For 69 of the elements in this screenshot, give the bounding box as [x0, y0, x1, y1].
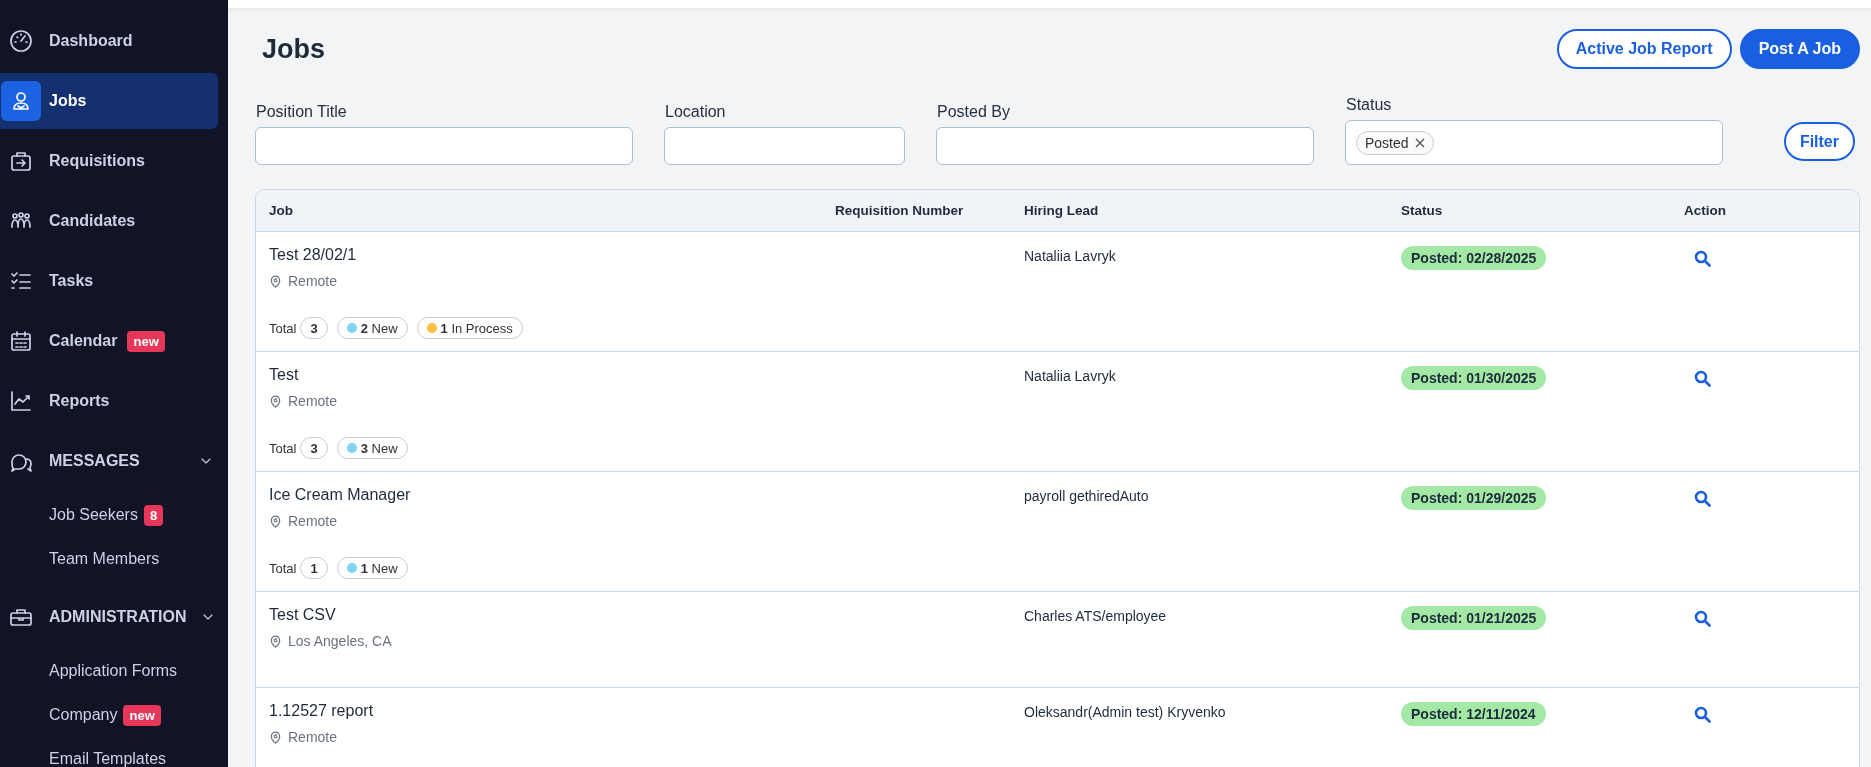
filter-button[interactable]: Filter [1783, 122, 1855, 161]
input-field[interactable] [664, 127, 905, 165]
hiring-lead: Oleksandr(Admin test) Kryvenko [1024, 703, 1227, 722]
status-badge: Posted: 02/28/2025 [1401, 246, 1547, 270]
report-button[interactable]: Active Job Report [1556, 29, 1732, 69]
nav-icon [1, 81, 41, 121]
sidebar-subitem[interactable]: Email Templates [49, 750, 167, 767]
status-badge: Posted: 12/11/2024 [1401, 702, 1546, 726]
location-pin-icon [269, 274, 282, 288]
job-location: Remote [288, 513, 338, 529]
status-count: 1 New [360, 560, 398, 576]
post-job-button[interactable]: Post A Job [1739, 29, 1860, 69]
sidebar-item[interactable]: Jobs [49, 92, 87, 110]
count-badge: 8 [143, 504, 164, 526]
status-select[interactable]: Posted [1345, 120, 1723, 165]
hiring-lead: Charles ATS/employee [1024, 607, 1168, 626]
column-header[interactable]: Hiring Lead [1024, 203, 1401, 218]
job-title[interactable]: Test [269, 366, 835, 384]
section-header[interactable]: MESSAGES [49, 452, 140, 470]
sidebar-subitem[interactable]: Company [49, 706, 118, 724]
page-title: Jobs [262, 33, 326, 65]
status-badge: Posted: 01/21/2025 [1401, 606, 1547, 630]
sidebar-item[interactable]: Requisitions [49, 152, 145, 170]
section-header[interactable]: ADMINISTRATION [49, 608, 187, 626]
sidebar-item[interactable]: Candidates [49, 212, 136, 230]
status-count: 3 New [360, 440, 398, 456]
close-icon[interactable] [1414, 137, 1425, 148]
status-badge: Posted: 01/29/2025 [1401, 486, 1547, 510]
count-badge: new [123, 704, 161, 726]
total-label: Total [269, 320, 297, 336]
total-label: Total [269, 440, 297, 456]
job-location: Remote [288, 729, 338, 745]
sidebar-subitem[interactable]: Team Members [49, 550, 160, 568]
new-badge: new [127, 330, 165, 352]
job-title[interactable]: 1.12527 report [269, 702, 835, 720]
input-field[interactable] [936, 127, 1314, 165]
field-label: Position Title [255, 103, 348, 121]
location-pin-icon [269, 514, 282, 528]
column-header[interactable]: Status [1401, 203, 1684, 218]
job-location: Remote [288, 393, 338, 409]
job-title[interactable]: Test 28/02/1 [269, 246, 835, 264]
column-header[interactable]: Requisition Number [835, 203, 1024, 218]
hiring-lead: Nataliia Lavryk [1024, 367, 1117, 386]
sidebar-subitem[interactable]: Job Seekers [49, 506, 138, 524]
job-title[interactable]: Ice Cream Manager [269, 486, 835, 504]
location-pin-icon [269, 634, 282, 648]
sidebar-item[interactable]: Tasks [49, 272, 94, 290]
sidebar-subitem[interactable]: Application Forms [49, 662, 178, 680]
status-count: 1 In Process [440, 320, 513, 336]
hiring-lead: payroll gethiredAuto [1024, 487, 1150, 506]
status-count: 2 New [360, 320, 398, 336]
field-label: Posted By [936, 103, 1011, 121]
location-pin-icon [269, 394, 282, 408]
job-title[interactable]: Test CSV [269, 606, 835, 624]
hiring-lead: Nataliia Lavryk [1024, 247, 1117, 266]
column-header[interactable]: Action [1684, 203, 1859, 218]
input-field[interactable] [255, 127, 633, 165]
field-label: Status [1345, 96, 1393, 114]
sidebar-item[interactable]: Dashboard [49, 32, 133, 50]
location-pin-icon [269, 730, 282, 744]
job-location: Los Angeles, CA [288, 633, 392, 649]
column-header[interactable]: Job [269, 203, 835, 218]
sidebar-item[interactable]: Reports [49, 392, 110, 410]
chip-label: Posted [1365, 134, 1409, 151]
sidebar-item[interactable]: Calendar [49, 332, 118, 350]
status-badge: Posted: 01/30/2025 [1401, 366, 1547, 390]
job-location: Remote [288, 273, 338, 289]
total-label: Total [269, 560, 297, 576]
field-label: Location [664, 103, 727, 121]
